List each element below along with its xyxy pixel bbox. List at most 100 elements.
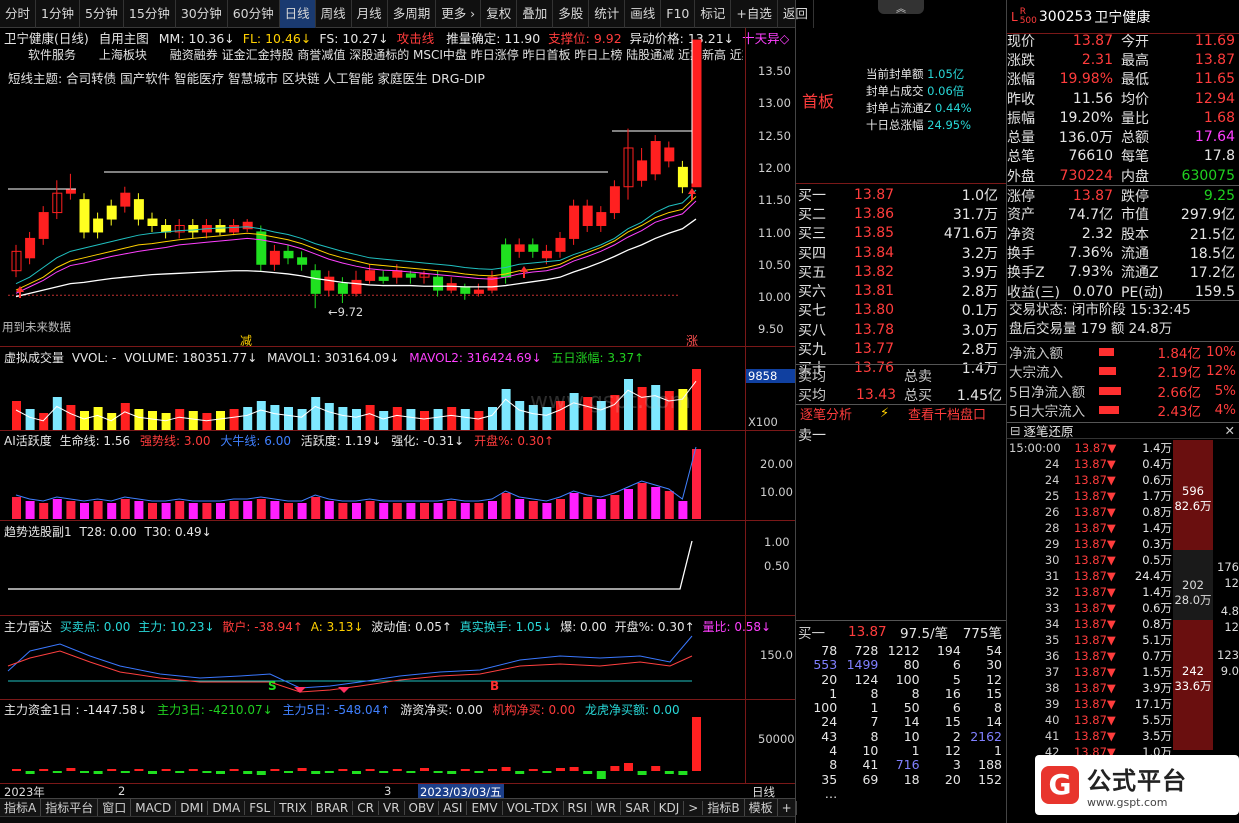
indicator-tab[interactable]: ASI (439, 800, 468, 815)
quote-key-2: 量比 (1121, 110, 1149, 127)
book-qty: 3.2万 (961, 245, 998, 262)
indicator-tab[interactable]: BRAR (312, 800, 354, 815)
tick-qty: 0.3万 (1142, 537, 1172, 551)
candle-body (609, 186, 620, 214)
indicator-tab[interactable]: 指标B (703, 799, 745, 816)
ai-activity-panel[interactable]: AI活跃度 生命线: 1.56 强势线: 3.00 大牛线: 6.00 活跃度:… (0, 430, 795, 521)
book-row[interactable]: 买八 13.78 3.0万 (796, 320, 1006, 339)
book-row[interactable]: 买三 13.85 471.6万 (796, 224, 1006, 243)
volume-bar (420, 411, 429, 431)
trend-ytick-1: 1.00 (764, 535, 790, 549)
indicator-tab[interactable]: + (778, 800, 797, 815)
ai-bar (66, 501, 76, 519)
book-level: 买七 (798, 303, 826, 320)
book-row[interactable]: 买一 13.87 1.0亿 (796, 185, 1006, 204)
main-chart-panel[interactable]: 卫宁健康(日线) 自用主图 MM: 10.36↓ FL: 10.46↓ FS: … (0, 28, 795, 348)
flow-value: 2.43亿 (1157, 404, 1201, 421)
book-row[interactable]: 买六 13.81 2.8万 (796, 281, 1006, 300)
tick-time: 35 (1044, 633, 1060, 647)
indicator-tab[interactable]: 指标A (0, 799, 42, 816)
indicator-tab[interactable]: MACD (131, 800, 177, 815)
toolbar-item[interactable]: 周线 (316, 0, 352, 28)
toolbar-item[interactable]: 复权 (481, 0, 518, 28)
fund-bar (229, 769, 239, 771)
quote-value: 74.7亿 (1067, 207, 1113, 224)
logo-url: www.gspt.com (1087, 796, 1168, 809)
ai-bar (202, 503, 212, 519)
avg-sell-label: 卖均 (798, 368, 826, 385)
tick-row: 40 13.87▼ 5.5万 (1007, 712, 1172, 728)
book-row[interactable]: 买四 13.84 3.2万 (796, 243, 1006, 262)
queue-cell: 50 (903, 700, 920, 716)
indicator-tab[interactable]: WR (592, 800, 622, 815)
ai-bar (460, 503, 470, 519)
indicator-tab[interactable]: DMA (208, 800, 246, 815)
indicator-tab[interactable]: > (684, 800, 704, 815)
indicator-tab[interactable]: FSL (245, 800, 276, 815)
indicator-tab[interactable]: DMI (176, 800, 209, 815)
toolbar-item[interactable]: +自选 (731, 0, 778, 28)
volume-bar (107, 413, 117, 431)
candlestick-chart[interactable] (0, 28, 745, 346)
low-price-label: ←9.72 (328, 305, 364, 319)
indicator-tab[interactable]: RSI (564, 800, 593, 815)
indicator-tab[interactable]: 模板 (745, 799, 778, 816)
quote-value: 730224 (1059, 167, 1113, 184)
toolbar-item[interactable]: 1分钟 (36, 0, 80, 28)
tick-time: 32 (1044, 585, 1060, 599)
quote-value-2: 1.68 (1203, 109, 1235, 126)
indicator-tab[interactable]: VOL-TDX (503, 800, 564, 815)
avg-buy-price: 13.43 (856, 386, 897, 403)
flow-bar (1099, 406, 1120, 415)
toolbar-item[interactable]: 统计 (589, 0, 626, 28)
candle-body (337, 283, 348, 294)
toolbar-item[interactable]: 分时 (0, 0, 37, 28)
indicator-tab[interactable]: KDJ (655, 800, 685, 815)
volume-bar (148, 411, 157, 431)
indicator-tab[interactable]: SAR (621, 800, 655, 815)
collapse-tab[interactable]: ︽ (878, 0, 924, 15)
indicator-tab[interactable]: CR (353, 800, 379, 815)
fund-bar (256, 771, 266, 775)
toolbar-item[interactable]: 15分钟 (124, 0, 176, 28)
toolbar-item[interactable]: 画线 (625, 0, 662, 28)
book-row[interactable]: 买九 13.77 2.8万 (796, 339, 1006, 358)
queue-cell: 716 (895, 757, 920, 773)
indicator-tab[interactable]: TRIX (275, 800, 312, 815)
toolbar-item[interactable]: 30分钟 (176, 0, 228, 28)
fund-panel[interactable]: 主力资金1日 : -1447.58↓ 主力3日: -4210.07↓ 主力5日:… (0, 699, 795, 784)
book-row[interactable]: 买二 13.86 31.7万 (796, 204, 1006, 223)
toolbar-item[interactable]: 月线 (352, 0, 388, 28)
buy-one-label: 买一 (798, 626, 825, 642)
indicator-tab[interactable]: VR (379, 800, 405, 815)
toolbar-item[interactable]: 日线 (279, 0, 316, 28)
toolbar-item[interactable]: 多周期 (388, 0, 437, 28)
volume-panel[interactable]: 虚拟成交量 VVOL: - VOLUME: 180351.77↓ MAVOL1:… (0, 346, 796, 431)
toolbar-item[interactable]: 多股 (553, 0, 590, 28)
tick-time: 29 (1044, 537, 1060, 551)
toolbar-item[interactable]: 更多 › (436, 0, 482, 28)
indicator-tab[interactable]: 指标平台 (41, 799, 99, 816)
book-row[interactable]: 买五 13.82 3.9万 (796, 262, 1006, 281)
candle-body (147, 218, 158, 226)
toolbar-item[interactable]: 60分钟 (228, 0, 280, 28)
radar-panel[interactable]: 主力雷达 买卖点: 0.00 主力: 10.23↓ 散户: -38.94↑ A:… (0, 615, 795, 700)
candle-body (691, 39, 702, 188)
tab-tick-analysis[interactable]: 逐笔分析 (796, 404, 880, 423)
close-icon[interactable]: ✕ (1225, 423, 1239, 438)
volume-bar (80, 411, 89, 431)
indicator-tab[interactable]: EMV (467, 800, 503, 815)
toolbar-item[interactable]: 标记 (695, 0, 732, 28)
toolbar-item[interactable]: 叠加 (517, 0, 554, 28)
tick-price: 13.87▼ (1073, 601, 1116, 615)
tab-thousand-depth[interactable]: 查看千档盘口 (908, 404, 986, 423)
indicator-tab[interactable]: 窗口 (98, 799, 132, 816)
ai-bars (12, 446, 701, 519)
fund-bar (80, 771, 89, 773)
trend-panel[interactable]: 趋势选股副1 T28: 0.00 T30: 0.49↓ 1.00 0.50 (0, 520, 795, 616)
toolbar-item[interactable]: F10 (661, 0, 696, 28)
book-row[interactable]: 买七 13.80 0.1万 (796, 301, 1006, 320)
indicator-tab[interactable]: OBV (405, 800, 440, 815)
toolbar-item[interactable]: 5分钟 (80, 0, 124, 28)
total-buy-value: 1.45亿 (956, 387, 1002, 404)
